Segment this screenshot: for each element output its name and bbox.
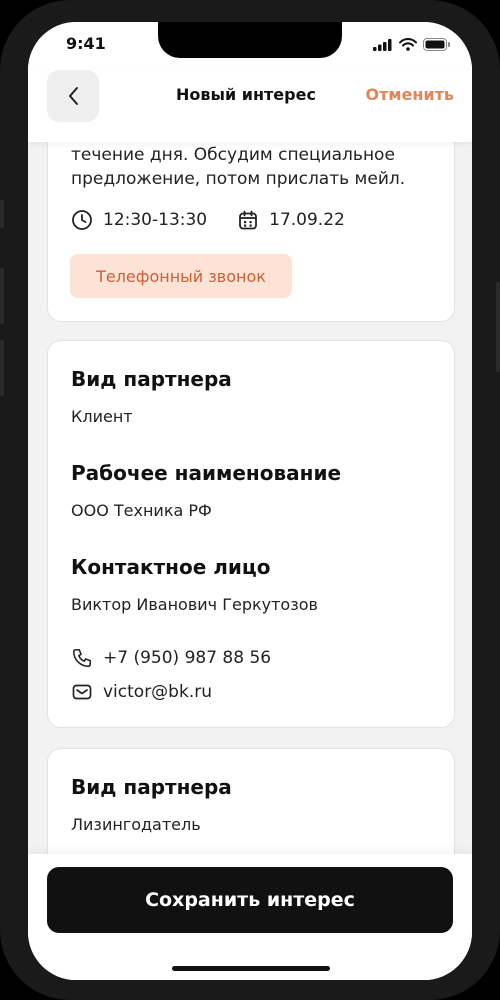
phone-icon <box>72 648 92 668</box>
phone-row[interactable]: +7 (950) 987 88 56 <box>71 647 271 669</box>
battery-icon <box>423 38 450 51</box>
cancel-button[interactable]: Отменить <box>366 85 454 104</box>
phone-number: +7 (950) 987 88 56 <box>103 648 272 668</box>
partner-type-value-2: Лизингодатель <box>71 815 201 834</box>
status-time: 9:41 <box>66 34 106 53</box>
partner-card: Вид партнера Клиент Рабочее наименование… <box>47 340 455 728</box>
activity-date: 17.09.22 <box>269 210 345 230</box>
save-interest-button[interactable]: Сохранить интерес <box>47 867 453 933</box>
screen: 9:41 Новый интерес Отменить течение дня.… <box>28 22 472 980</box>
activity-description: течение дня. Обсудим специальное предлож… <box>71 145 406 189</box>
chevron-left-icon <box>69 87 78 105</box>
notch <box>158 22 342 58</box>
working-name-value: ООО Техника РФ <box>71 501 212 520</box>
nav-bar: Новый интерес Отменить <box>28 70 472 142</box>
mute-switch <box>0 200 4 228</box>
status-icons <box>373 38 450 51</box>
clock-icon <box>72 210 92 230</box>
volume-up-button <box>0 268 4 324</box>
email-row[interactable]: victor@bk.ru <box>71 681 212 703</box>
calendar-icon <box>239 210 258 230</box>
contact-person-label: Контактное лицо <box>71 555 271 579</box>
contact-person-value: Виктор Иванович Геркутозов <box>71 595 318 614</box>
wifi-icon <box>399 38 417 51</box>
back-button[interactable] <box>47 70 99 122</box>
activity-time: 12:30-13:30 17.09.22 <box>71 209 345 231</box>
partner-type-value: Клиент <box>71 407 133 426</box>
partner-type-label: Вид партнера <box>71 367 232 391</box>
volume-down-button <box>0 340 4 396</box>
page-title: Новый интерес <box>176 85 316 104</box>
mail-icon <box>72 684 92 700</box>
working-name-label: Рабочее наименование <box>71 461 342 485</box>
bottom-action-panel: Сохранить интерес <box>28 854 472 980</box>
home-indicator[interactable] <box>172 966 330 971</box>
status-bar: 9:41 <box>28 22 472 70</box>
power-button <box>496 282 500 372</box>
email-address: victor@bk.ru <box>103 682 212 702</box>
partner-type-label-2: Вид партнера <box>71 775 232 799</box>
time-range: 12:30-13:30 <box>103 210 208 230</box>
signal-icon <box>373 38 392 51</box>
phone-frame: 9:41 Новый интерес Отменить течение дня.… <box>0 0 500 1000</box>
activity-type-tag[interactable]: Телефонный звонок <box>70 254 292 298</box>
